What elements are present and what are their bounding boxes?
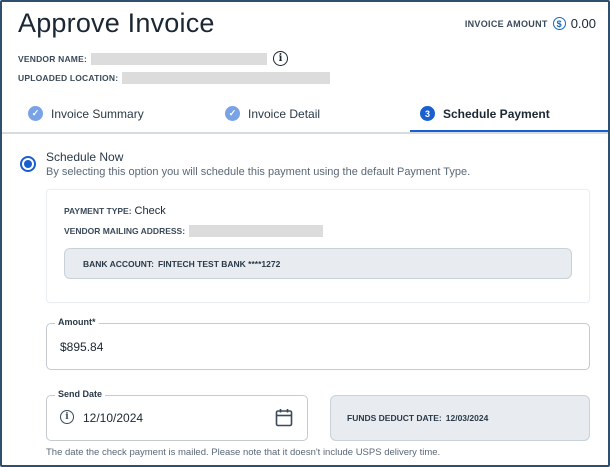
info-icon[interactable]: i <box>273 51 288 66</box>
amount-label: Amount* <box>55 317 99 327</box>
uploaded-location-row: UPLOADED LOCATION: <box>18 72 331 84</box>
step-number: 3 <box>420 106 435 121</box>
amount-input[interactable]: Amount* $895.84 <box>46 317 590 370</box>
schedule-now-title: Schedule Now <box>46 150 124 164</box>
step-label: Schedule Payment <box>443 106 550 121</box>
send-date-help-text: The date the check payment is mailed. Pl… <box>46 447 441 458</box>
checkmark-icon: ✓ <box>28 106 43 121</box>
payment-type-row: PAYMENT TYPE: Check <box>64 205 166 217</box>
approve-invoice-panel: Approve Invoice INVOICE AMOUNT $ 0.00 VE… <box>0 0 610 467</box>
funds-deduct-date-value: 12/03/2024 <box>445 413 489 423</box>
vendor-mailing-address-label: VENDOR MAILING ADDRESS: <box>64 226 186 236</box>
vendor-name-row: VENDOR NAME: i <box>18 51 288 66</box>
dollar-coin-icon: $ <box>552 17 566 30</box>
vendor-name-redacted <box>91 52 267 65</box>
uploaded-location-redacted <box>122 72 331 84</box>
schedule-now-radio[interactable] <box>20 156 36 172</box>
amount-value: $895.84 <box>60 340 104 354</box>
send-date-input[interactable]: Send Date i 12/10/2024 <box>46 389 308 441</box>
info-icon[interactable]: i <box>60 410 74 424</box>
invoice-amount: INVOICE AMOUNT $ 0.00 <box>465 16 596 31</box>
bank-account-value: FINTECH TEST BANK ****1272 <box>157 258 281 269</box>
vendor-mailing-address-row: VENDOR MAILING ADDRESS: <box>64 225 324 237</box>
step-label: Invoice Detail <box>248 106 321 121</box>
checkmark-icon: ✓ <box>225 106 240 121</box>
send-date-label: Send Date <box>55 389 106 399</box>
payment-details-card: PAYMENT TYPE: Check VENDOR MAILING ADDRE… <box>46 189 590 303</box>
active-step-indicator <box>410 130 608 132</box>
vendor-name-label: VENDOR NAME: <box>18 53 87 64</box>
invoice-amount-value: 0.00 <box>570 16 596 31</box>
page-title: Approve Invoice <box>18 8 215 38</box>
calendar-icon[interactable] <box>275 408 293 427</box>
radio-selected-dot <box>24 160 32 168</box>
send-date-value: 12/10/2024 <box>83 411 144 425</box>
step-label: Invoice Summary <box>51 106 144 121</box>
bank-account-box: BANK ACCOUNT: FINTECH TEST BANK ****1272 <box>64 248 572 279</box>
schedule-now-description: By selecting this option you will schedu… <box>46 166 471 178</box>
funds-deduct-date-box: FUNDS DEDUCT DATE: 12/03/2024 <box>330 395 590 441</box>
funds-deduct-date-label: FUNDS DEDUCT DATE: <box>347 413 442 423</box>
invoice-amount-label: INVOICE AMOUNT <box>464 18 548 29</box>
uploaded-location-label: UPLOADED LOCATION: <box>18 73 119 83</box>
step-schedule-payment[interactable]: 3 Schedule Payment <box>420 106 550 121</box>
bank-account-label: BANK ACCOUNT: <box>83 258 154 269</box>
vendor-mailing-address-redacted <box>189 225 324 237</box>
step-invoice-summary[interactable]: ✓ Invoice Summary <box>28 106 144 121</box>
payment-type-value: Check <box>134 205 166 217</box>
payment-type-label: PAYMENT TYPE: <box>64 206 132 216</box>
step-invoice-detail[interactable]: ✓ Invoice Detail <box>225 106 320 121</box>
stepper: ✓ Invoice Summary ✓ Invoice Detail 3 Sch… <box>2 102 608 134</box>
